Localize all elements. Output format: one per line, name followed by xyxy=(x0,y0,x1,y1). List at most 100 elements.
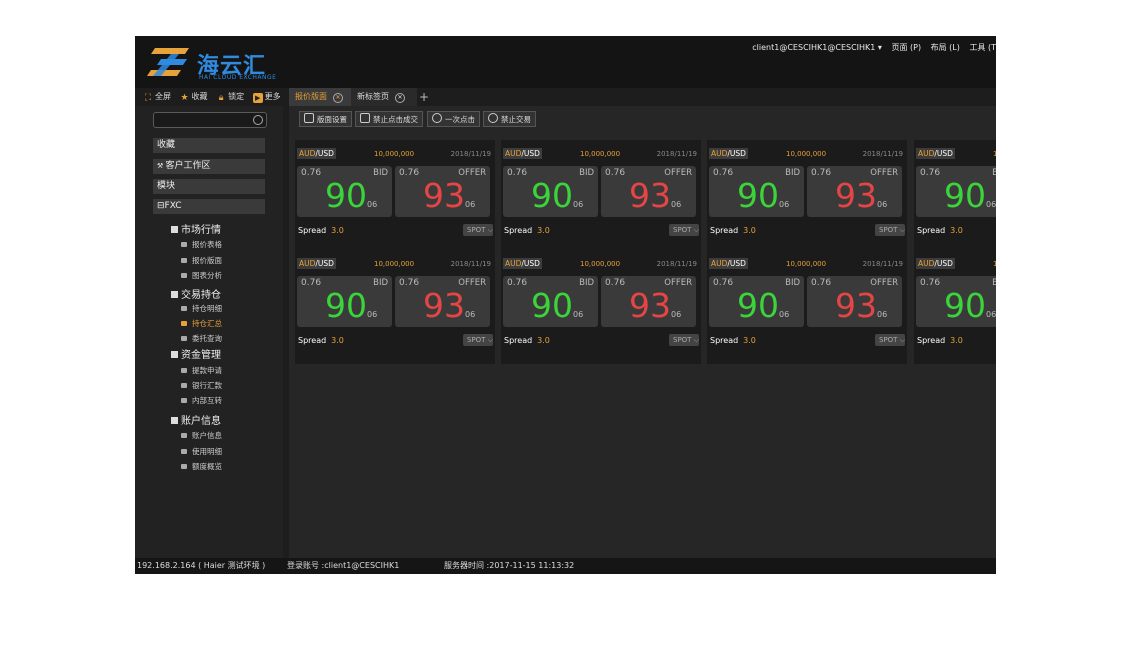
logo-mark-icon xyxy=(147,48,189,76)
currency-pair[interactable]: AUD/USD xyxy=(503,258,542,269)
favorite-button[interactable]: ★ 收藏 xyxy=(180,91,208,103)
more-button[interactable]: ▶ 更多 xyxy=(252,91,281,103)
menu-page[interactable]: 页面 (P) xyxy=(891,43,921,52)
bid-prefix: 0.76 xyxy=(920,278,941,288)
offer-button[interactable]: 0.76 OFFER 93 06 xyxy=(807,276,902,327)
tab-quote-board[interactable]: 报价版面 ✕ xyxy=(289,88,355,106)
bid-big-figure: 90 xyxy=(325,286,367,325)
quote-card: AUD/USD10,000,0002018/11/190.76BID90060.… xyxy=(501,140,701,254)
bid-pip: 06 xyxy=(986,310,996,319)
more-icon: ▶ xyxy=(252,93,263,103)
user-account-menu[interactable]: client1@CESCIHK1@CESCIHK1 ▾ xyxy=(752,43,882,52)
group-funds[interactable]: 资金管理 xyxy=(171,346,221,361)
bid-pip: 06 xyxy=(367,310,378,319)
menu-layout[interactable]: 布局 (L) xyxy=(931,43,960,52)
one-click-button[interactable]: 一次点击 xyxy=(427,111,480,127)
currency-pair[interactable]: AUD/USD xyxy=(916,148,955,159)
board-settings-button[interactable]: 版面设置 xyxy=(299,111,352,127)
sidebar-client-workspace[interactable]: ⚒︎ 客户工作区 xyxy=(153,159,265,174)
bid-button[interactable]: 0.76 BID 9006 xyxy=(916,276,996,327)
bid-button[interactable]: 0.76 BID 9006 xyxy=(709,166,804,217)
trade-amount[interactable]: 10,000,000 xyxy=(374,260,414,268)
sidebar-favorites[interactable]: 收藏 xyxy=(153,138,265,153)
offer-pip: 06 xyxy=(465,310,476,319)
disable-click-trade-button[interactable]: 禁止点击成交 xyxy=(355,111,423,127)
sidebar-item-internal-transfer[interactable]: 内部互转 xyxy=(181,395,222,406)
menu-tools[interactable]: 工具 (T xyxy=(969,43,996,52)
group-market[interactable]: 市场行情 xyxy=(171,221,221,236)
sidebar-item-quote-board[interactable]: 报价版面 xyxy=(181,255,222,266)
spot-select[interactable]: SPOT ⌵ xyxy=(463,224,493,236)
sidebar-item-position-summary[interactable]: 持仓汇总 xyxy=(181,318,222,329)
folder-icon xyxy=(181,306,187,311)
trade-amount[interactable]: 10,000,000 xyxy=(786,260,826,268)
trade-amount[interactable]: 10,000,000 xyxy=(580,150,620,158)
trade-amount[interactable]: 10,000,000 xyxy=(580,260,620,268)
bid-button[interactable]: 0.76 BID 9006 xyxy=(503,276,598,327)
offer-button[interactable]: 0.76 OFFER 93 06 xyxy=(601,166,696,217)
value-date: 2018/11/19 xyxy=(656,260,697,268)
quote-board-panel: 版面设置 禁止点击成交 一次点击 禁止交易 AUD/USD 10,000,000 2… xyxy=(289,106,996,558)
bid-button[interactable]: 0.76 BID 9006 xyxy=(709,276,804,327)
sidebar-fxc[interactable]: ⊟FXC xyxy=(153,199,265,214)
spot-select[interactable]: SPOT ⌵ xyxy=(463,334,493,346)
currency-pair[interactable]: AUD/USD xyxy=(916,258,955,269)
currency-pair[interactable]: AUD/USD xyxy=(709,258,748,269)
search-input[interactable] xyxy=(153,112,267,128)
bid-pip: 06 xyxy=(986,200,996,209)
trade-amount[interactable]: 10,000,000 xyxy=(374,150,414,158)
sidebar-item-bank-transfer[interactable]: 银行汇款 xyxy=(181,380,222,391)
add-tab-button[interactable]: + xyxy=(419,88,429,106)
currency-pair[interactable]: AUD/USD xyxy=(297,258,336,269)
trade-amount[interactable]: 10,000,000 xyxy=(993,150,996,158)
hand-icon xyxy=(360,113,370,123)
sidebar-item-orders[interactable]: 委托查询 xyxy=(181,333,222,344)
quick-toolbar: ⛶ 全屏 ★ 收藏 🔒︎ 锁定 ▶ 更多 xyxy=(143,91,287,103)
offer-button[interactable]: 0.76 OFFER 93 06 xyxy=(395,276,490,327)
folder-icon xyxy=(181,449,187,454)
sidebar: 收藏 ⚒︎ 客户工作区 模块 ⊟FXC 市场行情 报价表格 报价版面 图表分析 … xyxy=(135,106,283,558)
sidebar-item-withdrawal[interactable]: 提款申请 xyxy=(181,365,222,376)
offer-big-figure: 93 xyxy=(423,286,465,325)
bid-button[interactable]: 0.76 BID 9006 xyxy=(916,166,996,217)
status-ip: 192.168.2.164 ( Haier 测试环境 ) xyxy=(137,561,266,570)
sidebar-item-account-info[interactable]: 账户信息 xyxy=(181,430,222,441)
offer-button[interactable]: 0.76 OFFER 93 06 xyxy=(807,166,902,217)
bid-button[interactable]: 0.76 BID 9006 xyxy=(297,166,392,217)
disable-trading-button[interactable]: 禁止交易 xyxy=(483,111,536,127)
currency-pair[interactable]: AUD/USD xyxy=(297,148,336,159)
fullscreen-button[interactable]: ⛶ 全屏 xyxy=(143,91,171,103)
bid-big-figure: 90 xyxy=(531,176,573,215)
currency-pair[interactable]: AUD/USD xyxy=(709,148,748,159)
spot-select[interactable]: SPOT ⌵ xyxy=(875,224,905,236)
spot-select[interactable]: SPOT ⌵ xyxy=(875,334,905,346)
bid-button[interactable]: 0.76 BID 9006 xyxy=(503,166,598,217)
group-account[interactable]: 账户信息 xyxy=(171,412,221,427)
offer-button[interactable]: 0.76 OFFER 93 06 xyxy=(601,276,696,327)
currency-pair[interactable]: AUD/USD xyxy=(503,148,542,159)
close-icon[interactable]: ✕ xyxy=(333,93,343,103)
sidebar-modules[interactable]: 模块 xyxy=(153,179,265,194)
sidebar-item-quote-table[interactable]: 报价表格 xyxy=(181,239,222,250)
lock-button[interactable]: 🔒︎ 锁定 xyxy=(216,91,244,103)
wrench-icon: ⚒︎ xyxy=(157,162,166,170)
tab-new-page[interactable]: 新标签页 ✕ xyxy=(351,88,417,106)
sidebar-item-credit-overview[interactable]: 额度概览 xyxy=(181,461,222,472)
sidebar-item-chart[interactable]: 图表分析 xyxy=(181,270,222,281)
lock-icon: 🔒︎ xyxy=(218,93,224,103)
bid-big-figure: 90 xyxy=(737,286,779,325)
trade-amount[interactable]: 10,000,000 xyxy=(786,150,826,158)
close-icon[interactable]: ✕ xyxy=(395,93,405,103)
group-positions[interactable]: 交易持仓 xyxy=(171,286,221,301)
logo-subtitle: HAI CLOUD EXCHANGE xyxy=(199,74,277,81)
spot-select[interactable]: SPOT ⌵ xyxy=(669,334,699,346)
ban-icon xyxy=(488,113,498,123)
trade-amount[interactable]: 10,000,000 xyxy=(993,260,996,268)
sidebar-item-position-detail[interactable]: 持仓明细 xyxy=(181,303,222,314)
bid-big-figure: 90 xyxy=(737,176,779,215)
spot-select[interactable]: SPOT ⌵ xyxy=(669,224,699,236)
sidebar-item-usage-detail[interactable]: 使用明细 xyxy=(181,446,222,457)
bid-big-figure: 90 xyxy=(944,286,986,325)
offer-button[interactable]: 0.76 OFFER 93 06 xyxy=(395,166,490,217)
bid-button[interactable]: 0.76 BID 9006 xyxy=(297,276,392,327)
